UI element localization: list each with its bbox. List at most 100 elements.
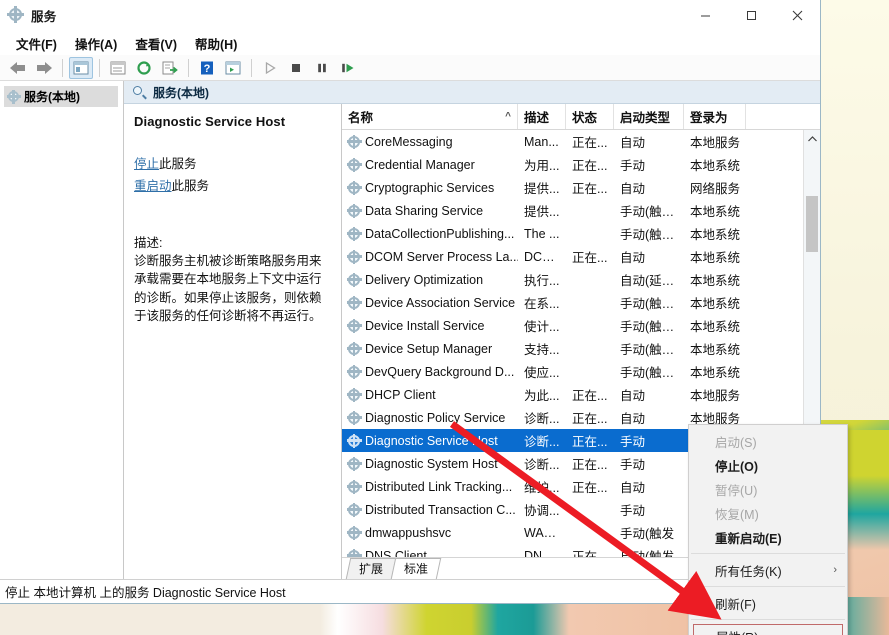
services-gear-icon [346,341,362,356]
stop-service-icon[interactable] [284,57,308,79]
tab-extended[interactable]: 扩展 [345,558,397,579]
cell-description: 提供... [524,182,560,196]
sort-ascending-icon: ^ [505,111,511,122]
menu-item-所有任务k[interactable]: 所有任务(K) › [689,558,847,582]
service-name-label: Credential Manager [365,157,475,172]
cell-startup-type: 手动(触发... [620,205,684,219]
properties-icon[interactable] [106,57,130,79]
service-name-label: Diagnostic Service Host [365,433,498,448]
table-row[interactable]: CoreMessaging Man... 正在... 自动 本地服务 [342,130,803,153]
menu-item-启动s: 启动(S) [689,429,847,453]
services-gear-icon [346,157,362,172]
service-name-label: Device Setup Manager [365,341,493,356]
menu-item-属性r[interactable]: 属性(R) [693,624,843,635]
refresh-icon[interactable] [132,57,156,79]
services-gear-icon [346,318,362,333]
restart-service-link-row[interactable]: 重启动此服务 [134,177,333,196]
column-header-startup-type[interactable]: 启动类型 [614,104,684,129]
cell-startup-type: 手动(触发... [620,297,684,311]
cell-status: 正在... [572,481,608,495]
cell-service-name: DCOM Server Process La... [342,249,518,264]
restart-service-link[interactable]: 重启动 [134,179,172,193]
show-hide-tree-icon[interactable] [69,56,93,79]
show-action-pane-icon[interactable] [221,57,245,79]
cell-startup-type: 手动(触发... [620,228,684,242]
services-gear-icon [346,410,362,425]
cell-description: 使计... [524,320,560,334]
cell-startup-type: 自动 [620,182,646,196]
toolbar: ? [0,55,820,81]
cell-description: 诊断... [524,458,560,472]
menu-action[interactable]: 操作(A) [67,31,125,56]
sidebar-item-label: 服务(本地) [24,90,80,104]
title-bar: 服务 [0,0,820,31]
column-header-logon-as[interactable]: 登录为 [684,104,746,129]
service-name-label: Device Install Service [365,318,485,333]
cell-logon-as: 网络服务 [690,182,741,196]
stop-service-link-suffix: 此服务 [159,157,197,171]
list-column-headers: 名称 ^ 描述 状态 启动类型 登录为 [342,104,820,130]
menu-item-label: 重新启动(E) [715,531,782,546]
services-gear-icon [346,226,362,241]
menu-file[interactable]: 文件(F) [8,31,65,56]
service-name-label: DHCP Client [365,387,436,402]
menu-item-刷新f[interactable]: 刷新(F) [689,591,847,615]
table-row[interactable]: Device Setup Manager 支持... 手动(触发... 本地系统 [342,337,803,360]
context-menu: 启动(S) 停止(O) 暂停(U) 恢复(M) 重新启动(E) 所有任务(K) › 刷新(F)… [688,424,848,635]
minimize-button[interactable] [682,0,728,31]
restart-service-icon[interactable] [336,57,360,79]
cell-startup-type: 自动 [620,389,646,403]
cell-startup-type: 自动 [620,481,646,495]
cell-status: 正在... [572,412,608,426]
menu-item-恢复m: 恢复(M) [689,501,847,525]
tab-standard[interactable]: 标准 [390,558,442,579]
cell-service-name: Data Sharing Service [342,203,518,218]
forward-icon[interactable] [32,57,56,79]
scrollbar-thumb[interactable] [806,196,818,252]
table-row[interactable]: Data Sharing Service 提供... 手动(触发... 本地系统 [342,199,803,222]
search-icon [133,85,147,100]
menu-item-label: 启动(S) [715,435,757,450]
table-row[interactable]: DHCP Client 为此... 正在... 自动 本地服务 [342,383,803,406]
menu-item-label: 所有任务(K) [715,564,782,579]
service-detail-panel: Diagnostic Service Host 停止此服务 重启动此服务 描述:… [124,104,342,579]
menu-view[interactable]: 查看(V) [127,31,185,56]
cell-startup-type: 手动(触发... [620,343,684,357]
help-icon[interactable]: ? [195,57,219,79]
cell-service-name: Diagnostic System Host [342,456,518,471]
pane-header-label: 服务(本地) [153,85,209,100]
services-gear-icon [346,433,362,448]
export-list-icon[interactable] [158,57,182,79]
cell-logon-as: 本地系统 [690,343,741,357]
menu-help[interactable]: 帮助(H) [187,31,245,56]
column-header-name[interactable]: 名称 ^ [342,104,518,129]
cell-service-name: dmwappushsvc [342,525,518,540]
table-row[interactable]: Delivery Optimization 执行... 自动(延迟... 本地系统 [342,268,803,291]
table-row[interactable]: Device Association Service 在系... 手动(触发... 本… [342,291,803,314]
table-row[interactable]: Cryptographic Services 提供... 正在... 自动 网络服务 [342,176,803,199]
menu-item-重新启动e[interactable]: 重新启动(E) [689,525,847,549]
menu-item-停止o[interactable]: 停止(O) [689,453,847,477]
table-row[interactable]: Credential Manager 为用... 正在... 手动 本地系统 [342,153,803,176]
stop-service-link-row[interactable]: 停止此服务 [134,155,333,174]
cell-startup-type: 手动(触发... [620,366,684,380]
stop-service-link[interactable]: 停止 [134,157,159,171]
cell-description: The ... [524,226,560,241]
pause-service-icon[interactable] [310,57,334,79]
start-service-icon[interactable] [258,57,282,79]
sidebar-item-services-local[interactable]: 服务(本地) [4,86,118,107]
services-gear-icon [346,203,362,218]
table-row[interactable]: DataCollectionPublishing... The ... 手动(触发.… [342,222,803,245]
svg-text:?: ? [204,63,211,75]
close-button[interactable] [774,0,820,31]
service-name-label: Cryptographic Services [365,180,495,195]
table-row[interactable]: DevQuery Background D... 使应... 手动(触发... 本地系… [342,360,803,383]
back-icon[interactable] [6,57,30,79]
table-row[interactable]: Device Install Service 使计... 手动(触发... 本地系统 [342,314,803,337]
column-header-description[interactable]: 描述 [518,104,566,129]
scroll-up-arrow-icon[interactable] [804,130,820,147]
maximize-button[interactable] [728,0,774,31]
cell-description: 在系... [524,297,560,311]
table-row[interactable]: DCOM Server Process La... DCO... 正在... 自动 本地… [342,245,803,268]
column-header-status[interactable]: 状态 [566,104,614,129]
